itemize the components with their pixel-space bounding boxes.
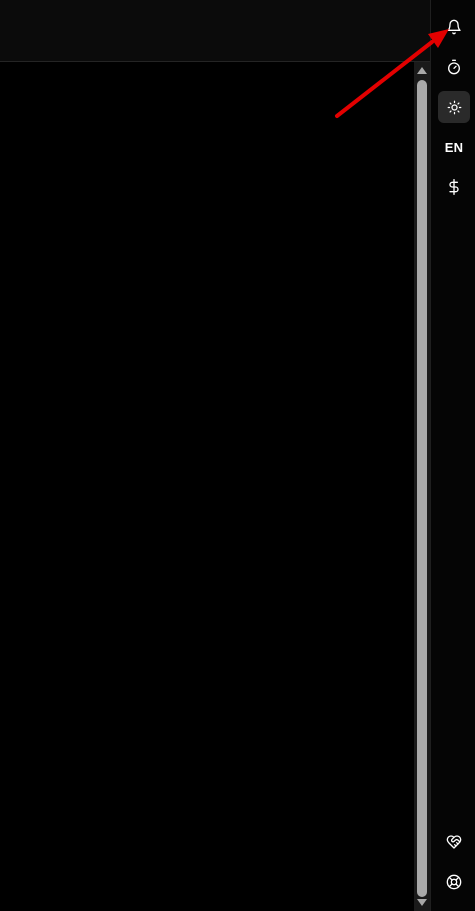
heart-handshake-icon [446, 835, 462, 849]
app-window: EN [0, 0, 475, 911]
right-toolbar: EN [430, 0, 475, 911]
language-button[interactable]: EN [438, 131, 470, 163]
sun-icon [447, 100, 461, 114]
notifications-button[interactable] [438, 11, 470, 43]
language-label: EN [444, 139, 464, 155]
favorites-button[interactable] [438, 826, 470, 858]
timer-button[interactable] [438, 51, 470, 83]
stopwatch-icon [448, 59, 460, 75]
currency-button[interactable] [438, 171, 470, 203]
theme-toggle-button[interactable] [438, 91, 470, 123]
dollar-icon [449, 179, 459, 195]
bell-icon [447, 19, 461, 35]
support-button[interactable] [438, 866, 470, 898]
vertical-scrollbar[interactable] [414, 62, 430, 911]
scroll-up-arrow-icon[interactable] [417, 67, 427, 74]
top-panel [0, 0, 430, 62]
lifebuoy-icon [446, 874, 462, 890]
scroll-thumb[interactable] [417, 80, 427, 897]
main-content [0, 62, 414, 911]
scroll-down-arrow-icon[interactable] [417, 899, 427, 906]
